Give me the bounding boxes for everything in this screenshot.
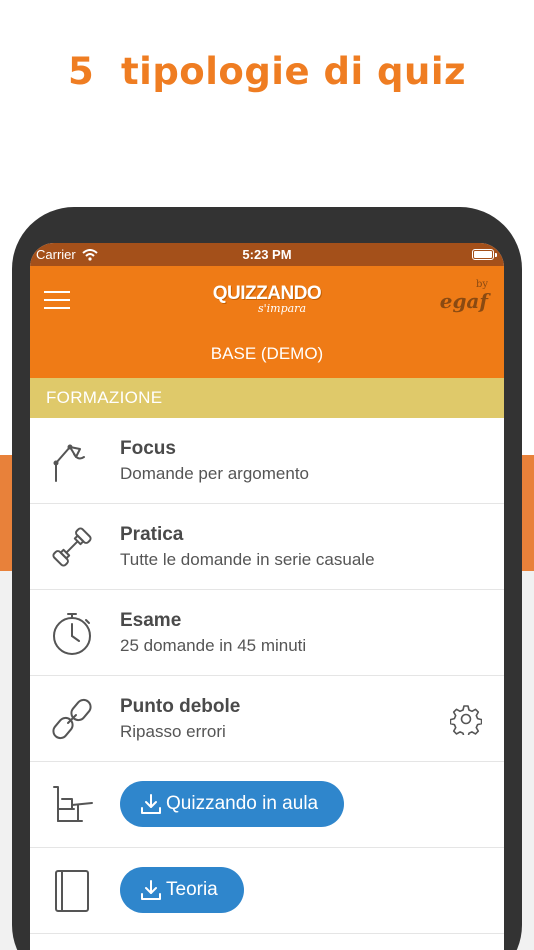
teoria-label: Teoria <box>166 879 218 900</box>
list-item-esame[interactable]: Esame 25 domande in 45 minuti <box>30 590 504 676</box>
quizzando-in-aula-label: Quizzando in aula <box>166 793 319 814</box>
item-title-focus: Focus <box>120 438 176 459</box>
download-icon <box>141 794 161 814</box>
course-title: BASE (DEMO) <box>210 344 324 363</box>
item-title-esame: Esame <box>120 610 182 631</box>
book-icon <box>48 867 96 915</box>
app-logo: QUIZZANDO s'impara <box>30 283 504 315</box>
battery-icon <box>472 249 497 260</box>
list-item-focus[interactable]: Focus Domande per argomento <box>30 418 504 504</box>
status-bar: Carrier 5:23 PM <box>30 243 504 266</box>
list-item-pratica[interactable]: Pratica Tutte le domande in serie casual… <box>30 504 504 590</box>
gear-icon[interactable] <box>449 703 483 738</box>
list-item-teoria: Teoria <box>30 848 504 934</box>
list-item-quizzando-in-aula: Quizzando in aula <box>30 762 504 848</box>
list-item-punto-debole[interactable]: Punto debole Ripasso errori <box>30 676 504 762</box>
classroom-desk-icon <box>48 781 96 829</box>
logo-wordmark: QUIZZANDO <box>212 283 322 304</box>
item-desc-pratica: Tutte le domande in serie casuale <box>120 550 375 569</box>
item-title-pratica: Pratica <box>120 524 184 545</box>
logo-tagline: s'impara <box>257 302 307 315</box>
status-time: 5:23 PM <box>242 247 292 262</box>
teoria-button[interactable]: Teoria <box>120 867 244 913</box>
app-header: QUIZZANDO s'impara by egaf BASE (DEMO) <box>30 266 504 378</box>
item-desc-esame: 25 domande in 45 minuti <box>120 636 307 655</box>
stopwatch-icon <box>48 609 96 657</box>
section-header-formazione: FORMAZIONE <box>30 378 504 418</box>
promo-title: 5 tipologie di quiz <box>67 50 467 93</box>
chain-link-icon <box>48 695 96 743</box>
app-screen: Carrier 5:23 PM QUIZZANDO s'impara by eg… <box>30 243 504 950</box>
item-title-punto-debole: Punto debole <box>120 696 241 717</box>
download-icon <box>141 880 161 900</box>
publisher-brand: egaf <box>439 289 488 313</box>
item-desc-punto-debole: Ripasso errori <box>120 722 226 741</box>
publisher-logo: by egaf <box>439 280 488 313</box>
item-desc-focus: Domande per argomento <box>120 464 310 483</box>
dumbbell-icon <box>48 523 96 571</box>
quizzando-in-aula-button[interactable]: Quizzando in aula <box>120 781 345 827</box>
desk-lamp-icon <box>48 437 96 485</box>
